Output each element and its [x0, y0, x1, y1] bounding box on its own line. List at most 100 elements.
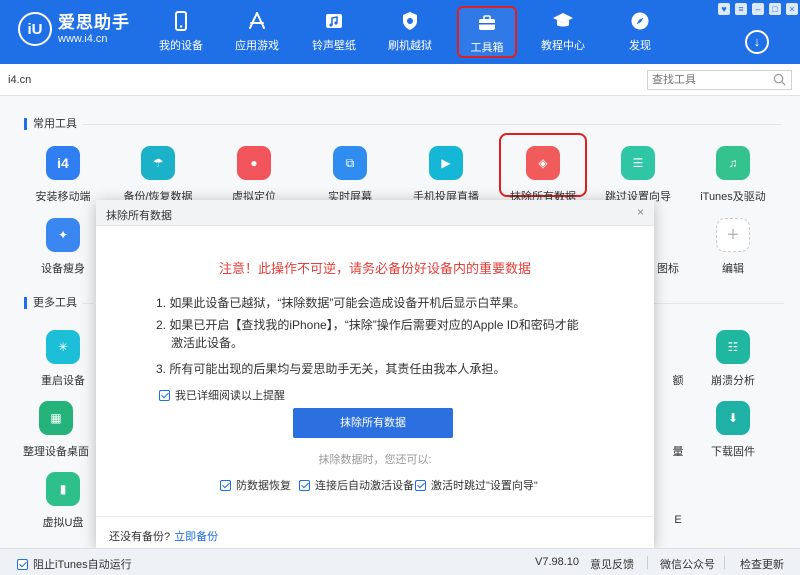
tool-label: 虚拟U盘: [42, 517, 84, 529]
download-box-icon: ⬇: [716, 401, 750, 435]
checklist-icon: ☰: [621, 146, 655, 180]
divider: [82, 303, 94, 304]
tool-label: 整理设备桌面: [23, 446, 89, 458]
confirm-read-checkbox[interactable]: 我已详细阅读以上提醒: [159, 387, 285, 403]
footer-text: 还没有备份? 立即备份: [109, 528, 218, 544]
check-update-link[interactable]: 检查更新: [740, 556, 784, 572]
nav-label: 我的设备: [159, 40, 203, 52]
version-label: V7.98.10: [535, 556, 580, 568]
tool-reboot[interactable]: ✳ 重启设备: [19, 330, 107, 388]
checkbox-checked-icon[interactable]: [220, 479, 231, 491]
wechat-link[interactable]: 微信公众号: [660, 556, 715, 572]
app-name: 爱思助手: [58, 12, 130, 32]
tool-virtual-location[interactable]: ● 虚拟定位: [210, 146, 298, 204]
eraser-icon: ◈: [526, 146, 560, 180]
tool-crash-analysis[interactable]: ☷ 崩溃分析: [689, 330, 777, 388]
maximize-icon[interactable]: □: [769, 3, 781, 15]
feedback-link[interactable]: 意见反馈: [590, 556, 634, 572]
nav-apps-games[interactable]: 应用游戏: [227, 6, 287, 58]
nav-tutorials[interactable]: 教程中心: [533, 6, 593, 58]
tool-realtime-screen[interactable]: ⧉ 实时屏幕: [306, 146, 394, 204]
nav-toolbox[interactable]: 工具箱: [457, 6, 517, 58]
checkbox-checked-icon[interactable]: [299, 479, 310, 491]
music-image-icon: [326, 14, 342, 28]
skin-icon[interactable]: ♥: [718, 3, 730, 15]
compass-icon: [631, 12, 649, 30]
skip-setup-checkbox[interactable]: 激活时跳过"设置向导": [415, 477, 538, 493]
tool-install-mobile[interactable]: i4 安装移动端: [19, 146, 107, 204]
tool-screen-live[interactable]: ▶ 手机投屏直播: [402, 146, 490, 204]
nav-label: 刷机越狱: [388, 40, 432, 52]
tool-virtual-udisk[interactable]: ▮ 虚拟U盘: [19, 472, 107, 530]
tool-label: 编辑: [722, 263, 744, 275]
tool-edit[interactable]: + 编辑: [689, 218, 777, 276]
checkbox-checked-icon[interactable]: [159, 389, 170, 401]
music-note-icon: ♫: [716, 146, 750, 180]
backup-now-link[interactable]: 立即备份: [174, 531, 218, 543]
rule-item: 2. 如果已开启【查找我的iPhone】，“抹除”操作后需要对应的Apple I…: [156, 316, 596, 334]
rule-item: 3. 所有可能出现的后果均与爱思助手无关，其责任由我本人承担。: [156, 362, 506, 376]
status-bar: 阻止iTunes自动运行 V7.98.10 意见反馈 微信公众号 检查更新: [0, 548, 800, 575]
top-header: iU 爱思助手 www.i4.cn 我的设备 应用游戏 铃声壁纸 刷机越狱 工具…: [0, 0, 800, 64]
search-input[interactable]: [648, 71, 766, 89]
nav-label: 铃声壁纸: [312, 40, 356, 52]
tool-skip-setup[interactable]: ☰ 跳过设置向导: [594, 146, 682, 204]
close-window-icon[interactable]: ×: [786, 3, 798, 15]
section-more-tools: 更多工具: [24, 297, 77, 309]
menu-icon[interactable]: ≡: [735, 3, 747, 15]
divider: [82, 124, 782, 125]
nav-label: 发现: [629, 40, 651, 52]
footer-question: 还没有备份?: [109, 531, 171, 543]
play-icon: ▶: [429, 146, 463, 180]
nav-ringtones-wallpapers[interactable]: 铃声壁纸: [304, 6, 364, 58]
install-mobile-icon: i4: [46, 146, 80, 180]
nav-label: 应用游戏: [235, 40, 279, 52]
tool-label: 重启设备: [41, 375, 85, 387]
checkbox-label: 阻止iTunes自动运行: [33, 559, 132, 571]
warning-text: 注意！此操作不可逆，请务必备份好设备内的重要数据: [218, 261, 531, 276]
screen-mirror-icon: ⧉: [333, 146, 367, 180]
phone-icon: [175, 11, 187, 31]
tool-erase-all-data[interactable]: ◈ 抹除所有数据: [499, 133, 587, 203]
block-itunes-checkbox[interactable]: 阻止iTunes自动运行: [17, 556, 132, 572]
umbrella-icon: ☂: [141, 146, 175, 180]
divider: [654, 303, 784, 304]
tool-label: 崩溃分析: [711, 375, 755, 387]
graduation-cap-icon: [553, 13, 573, 27]
anti-recovery-checkbox[interactable]: 防数据恢复: [220, 477, 291, 493]
nav-discover[interactable]: 发现: [610, 6, 670, 58]
tool-label: 下载固件: [711, 446, 755, 458]
search-icon[interactable]: [773, 73, 786, 86]
reboot-icon: ✳: [46, 330, 80, 364]
close-icon[interactable]: ×: [637, 205, 644, 219]
checkbox-label: 我已详细阅读以上提醒: [175, 390, 285, 402]
nav-label: 工具箱: [470, 42, 504, 54]
checkbox-checked-icon[interactable]: [415, 479, 426, 491]
tool-organize-desktop[interactable]: ▦ 整理设备桌面: [7, 401, 105, 459]
tool-itunes-driver[interactable]: ♫ iTunes及驱动: [689, 146, 777, 204]
tool-backup-restore[interactable]: ☂ 备份/恢复数据: [114, 146, 202, 204]
nav-flash-jailbreak[interactable]: 刷机越狱: [380, 6, 440, 58]
search-box[interactable]: [647, 70, 792, 90]
erase-all-data-button[interactable]: 抹除所有数据: [293, 408, 453, 438]
rule-text: 2. 如果已开启【查找我的iPhone】，“抹除”操作后需要对应的Apple I…: [156, 318, 579, 332]
tool-download-firmware[interactable]: ⬇ 下载固件: [689, 401, 777, 459]
download-manager-icon[interactable]: ↓: [745, 30, 769, 54]
usb-disk-icon: ▮: [46, 472, 80, 506]
tool-label: 安装移动端: [35, 191, 91, 203]
tool-label: iTunes及驱动: [700, 191, 766, 203]
grid-icon: ▦: [39, 401, 73, 435]
tab-i4cn[interactable]: i4.cn: [8, 74, 31, 86]
location-pin-icon: ●: [237, 146, 271, 180]
auto-activate-checkbox[interactable]: 连接后自动激活设备: [299, 477, 414, 493]
dialog-title: 抹除所有数据: [106, 210, 172, 222]
nav-my-device[interactable]: 我的设备: [151, 6, 211, 58]
tool-device-cleanup[interactable]: ✦ 设备瘦身: [19, 218, 107, 276]
tab-bar: i4.cn: [0, 64, 800, 96]
rules-list: 1. 如果此设备已越狱，“抹除数据”可能会造成设备开机后显示白苹果。 2. 如果…: [156, 294, 596, 382]
minimize-icon[interactable]: –: [752, 3, 764, 15]
checkbox-checked-icon[interactable]: [17, 558, 28, 570]
app-store-icon: [249, 12, 265, 29]
erase-hint: 抹除数据时，您还可以:: [318, 454, 432, 466]
divider: [724, 556, 725, 569]
